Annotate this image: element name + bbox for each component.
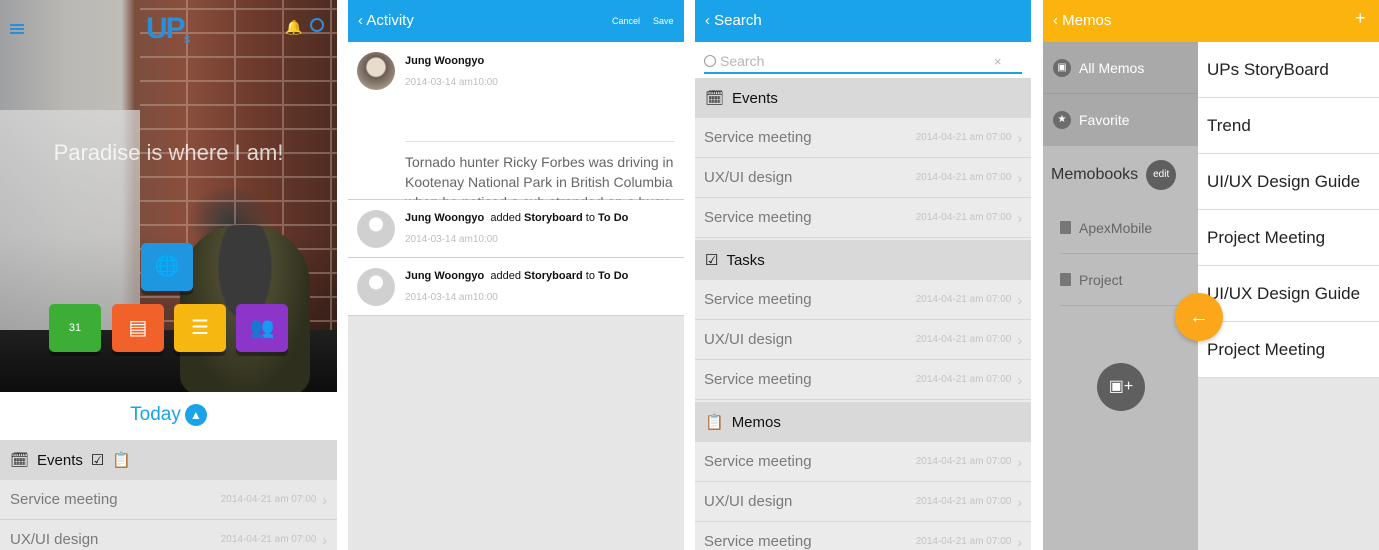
- menu-icon[interactable]: [10, 24, 24, 34]
- memobook-item[interactable]: ApexMobile: [1060, 202, 1198, 254]
- arrow-left-icon[interactable]: ←: [1175, 293, 1223, 341]
- calendar-icon[interactable]: 🗓: [10, 451, 29, 469]
- memo-item[interactable]: Project Meeting: [1198, 322, 1379, 378]
- chevron-right-icon: ›: [1017, 291, 1022, 308]
- plus-icon[interactable]: +: [1355, 8, 1366, 29]
- chevron-right-icon: ›: [322, 491, 327, 508]
- globe-icon[interactable]: 🌐: [141, 243, 193, 291]
- chevron-right-icon: ›: [1017, 371, 1022, 388]
- search-icon[interactable]: [310, 18, 324, 32]
- memos-screen: ‹ Memos + ▣ All Memos ★ Favorite Memobooks…: [1043, 0, 1379, 550]
- list-item[interactable]: Service meeting 2014-04-21 am 07:00 ›: [695, 442, 1031, 482]
- today-toggle[interactable]: Today ▲: [0, 404, 337, 426]
- back-button[interactable]: ‹ Search: [705, 12, 762, 29]
- list-item[interactable]: UX/UI design 2014-04-21 am 07:00 ›: [0, 520, 337, 550]
- list-icon[interactable]: ☰: [174, 304, 226, 352]
- chevron-right-icon: ›: [1017, 129, 1022, 146]
- home-screen: UPS 🔔 Paradise is where I am! 🌐 31 ▤ ☰ 👥…: [0, 0, 337, 550]
- chevron-right-icon: ›: [1017, 331, 1022, 348]
- memobook-item[interactable]: Project: [1060, 254, 1198, 306]
- list-item[interactable]: Service meeting 2014-04-21 am 07:00 ›: [695, 280, 1031, 320]
- clipboard-icon[interactable]: 📋: [112, 451, 131, 469]
- list-item[interactable]: Service meeting 2014-04-21 am 07:00 ›: [695, 118, 1031, 158]
- clipboard-icon: 📋: [705, 414, 724, 431]
- tab-events[interactable]: Events: [37, 452, 83, 469]
- chevron-right-icon: ›: [1017, 533, 1022, 550]
- document-icon[interactable]: ▤: [112, 304, 164, 352]
- divider: [405, 141, 675, 142]
- activity-post[interactable]: Jung Woongyo 2014-03-14 am10:00 Tornado …: [348, 42, 684, 230]
- hero-tagline: Paradise is where I am!: [53, 140, 284, 165]
- back-button[interactable]: ‹ Activity: [358, 12, 414, 29]
- avatar: [357, 268, 395, 306]
- app-logo: UPS: [146, 12, 190, 46]
- avatar: [357, 210, 395, 248]
- category-tabs: 🗓 Events ☑ 📋: [0, 440, 337, 480]
- memo-icon: ▣: [1053, 58, 1071, 77]
- chevron-right-icon: ›: [1017, 453, 1022, 470]
- search-header: ‹ Search: [695, 0, 1031, 42]
- chevron-right-icon: ›: [1017, 493, 1022, 510]
- search-bar: ×: [695, 42, 1031, 78]
- section-header-memos: 📋 Memos: [695, 402, 1031, 442]
- add-memobook-icon[interactable]: ▣+: [1097, 363, 1145, 411]
- memo-item[interactable]: UI/UX Design Guide: [1198, 266, 1379, 322]
- memo-list: UPs StoryBoard Trend UI/UX Design Guide …: [1198, 42, 1379, 550]
- back-button[interactable]: ‹ Memos: [1053, 12, 1111, 29]
- clear-icon[interactable]: ×: [994, 54, 1002, 69]
- checkbox-icon: ☑: [705, 252, 719, 269]
- list-item[interactable]: UX/UI design 2014-04-21 am 07:00 ›: [695, 482, 1031, 522]
- list-item[interactable]: Service meeting 2014-04-21 am 07:00 ›: [695, 198, 1031, 238]
- list-item[interactable]: UX/UI design 2014-04-21 am 07:00 ›: [695, 320, 1031, 360]
- memos-sidebar: ▣ All Memos ★ Favorite Memobooks edit ApexM…: [1043, 42, 1198, 550]
- chevron-right-icon: ›: [1017, 209, 1022, 226]
- book-icon: [1060, 273, 1071, 286]
- cancel-button[interactable]: Cancel: [612, 16, 640, 26]
- chevron-right-icon: ›: [322, 531, 327, 548]
- chevron-right-icon: ›: [1017, 169, 1022, 186]
- activity-screen: ‹ Activity Cancel Save Jung Woongyo 2014…: [348, 0, 684, 550]
- star-icon: ★: [1053, 111, 1071, 129]
- memobooks-header: Memobooks edit: [1043, 146, 1198, 204]
- list-item[interactable]: Service meeting 2014-04-21 am 07:00 ›: [0, 480, 337, 520]
- memo-item[interactable]: UI/UX Design Guide: [1198, 154, 1379, 210]
- memo-item[interactable]: UPs StoryBoard: [1198, 42, 1379, 98]
- bell-icon[interactable]: 🔔: [285, 19, 302, 36]
- activity-header: ‹ Activity Cancel Save: [348, 0, 684, 42]
- section-header-events: 🗓 Events: [695, 78, 1031, 118]
- list-item[interactable]: Service meeting 2014-04-21 am 07:00 ›: [695, 360, 1031, 400]
- search-input[interactable]: [720, 53, 990, 69]
- memo-item[interactable]: Project Meeting: [1198, 210, 1379, 266]
- edit-button[interactable]: edit: [1146, 160, 1177, 190]
- activity-item[interactable]: Jung Woongyo added Storyboard to To Do 2…: [348, 200, 684, 258]
- search-icon: [704, 55, 716, 67]
- book-icon: [1060, 221, 1071, 234]
- avatar[interactable]: [357, 52, 395, 90]
- memo-item[interactable]: Trend: [1198, 98, 1379, 154]
- memos-header: ‹ Memos +: [1043, 0, 1379, 42]
- sidebar-item-favorite[interactable]: ★ Favorite: [1043, 94, 1198, 146]
- save-button[interactable]: Save: [653, 16, 674, 26]
- section-header-tasks: ☑ Tasks: [695, 240, 1031, 280]
- chevron-up-icon[interactable]: ▲: [184, 404, 207, 426]
- calendar-icon: 🗓: [705, 90, 725, 107]
- list-item[interactable]: UX/UI design 2014-04-21 am 07:00 ›: [695, 158, 1031, 198]
- activity-item[interactable]: Jung Woongyo added Storyboard to To Do 2…: [348, 258, 684, 316]
- sidebar-item-all-memos[interactable]: ▣ All Memos: [1043, 42, 1198, 94]
- people-icon[interactable]: 👥: [236, 304, 288, 352]
- search-screen: ‹ Search × 🗓Events Service meeting2014-0…: [695, 0, 1031, 550]
- calendar-icon[interactable]: 31: [49, 304, 101, 352]
- checkbox-icon[interactable]: ☑: [91, 451, 104, 469]
- list-item[interactable]: Service meeting 2014-04-21 am 07:00 ›: [695, 522, 1031, 550]
